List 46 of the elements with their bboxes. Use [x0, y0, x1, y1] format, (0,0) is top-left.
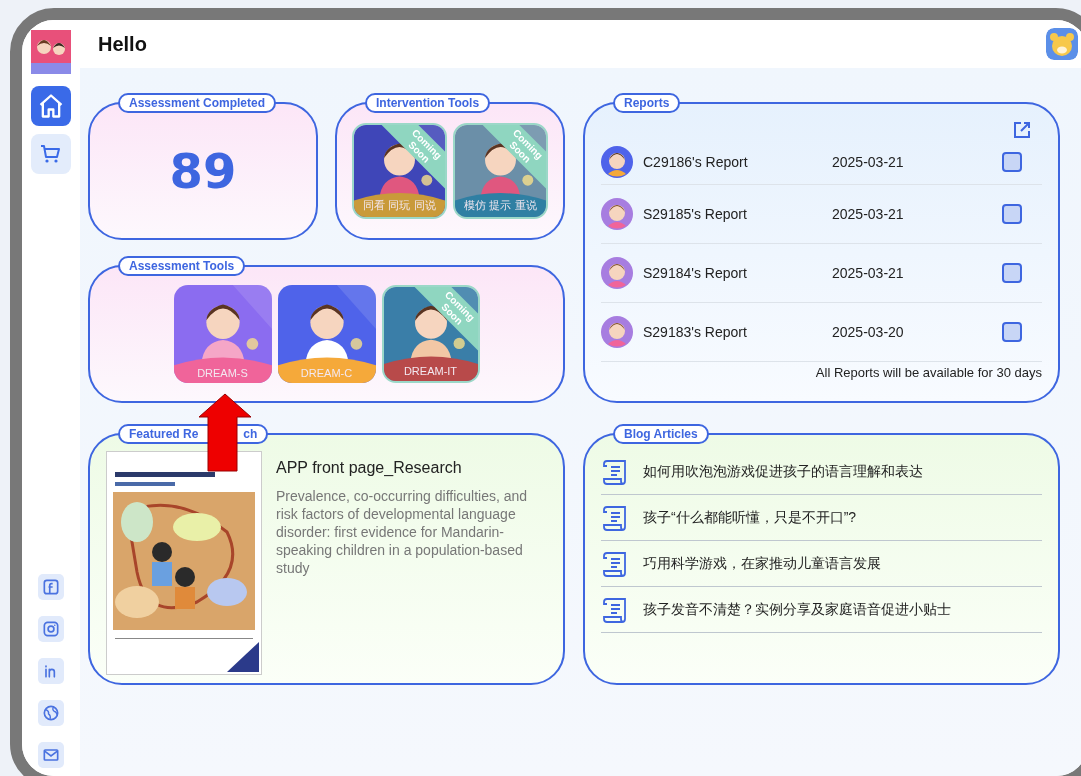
avatar-icon — [601, 316, 633, 348]
instagram-icon[interactable] — [38, 616, 64, 642]
tile-caption: DREAM-S — [196, 367, 249, 379]
tile-caption: DREAM-C — [299, 367, 354, 379]
report-date: 2025-03-20 — [832, 324, 905, 340]
tile-caption: DREAM-IT — [402, 365, 459, 377]
article-link[interactable]: 孩子“什么都能听懂，只是不开口”? — [643, 508, 857, 527]
report-checkbox[interactable] — [1002, 263, 1022, 283]
report-date: 2025-03-21 — [832, 154, 905, 170]
report-name[interactable]: S29184's Report — [643, 265, 822, 281]
card-label: Blog Articles — [613, 424, 709, 444]
completed-count: 89 — [169, 143, 237, 199]
report-name[interactable]: C29186's Report — [643, 154, 822, 170]
facebook-icon[interactable] — [38, 574, 64, 600]
report-checkbox[interactable] — [1002, 152, 1022, 172]
report-date: 2025-03-21 — [832, 206, 905, 222]
globe-icon[interactable] — [38, 700, 64, 726]
external-link-icon[interactable] — [1012, 120, 1032, 140]
card-label: Intervention Tools — [365, 93, 491, 113]
cart-nav-button[interactable] — [31, 134, 71, 174]
avatar-icon — [601, 146, 633, 178]
avatar-icon — [601, 198, 633, 230]
avatar-icon — [601, 257, 633, 289]
card-label: Assessment Completed — [118, 93, 277, 113]
article-link[interactable]: 巧用科学游戏，在家推动儿童语言发展 — [643, 554, 881, 573]
app-logo — [31, 30, 71, 74]
article-title[interactable]: APP front page_Research — [276, 459, 547, 477]
article-link[interactable]: 孩子发音不清楚？实例分享及家庭语音促进小贴士 — [643, 600, 951, 619]
article-summary: Prevalence, co-occurring difficulties, and risk factors of developmental language disorder: first evidence for Mandarin-speaking children in a population-based study — [276, 487, 529, 577]
linkedin-icon[interactable] — [38, 658, 64, 684]
home-icon — [37, 92, 65, 120]
article-link[interactable]: 如何用吹泡泡游戏促进孩子的语言理解和表达 — [643, 462, 923, 481]
card-label: Assessment Tools — [118, 256, 246, 276]
report-date: 2025-03-21 — [832, 265, 905, 281]
reports-note: All Reports will be available for 30 days — [815, 365, 1042, 380]
tile-caption: 模仿 提示 重说 — [463, 198, 538, 213]
page-title: Hello — [98, 32, 147, 56]
report-name[interactable]: S29183's Report — [643, 324, 822, 340]
tile-caption: 同看 同玩 同说 — [362, 198, 437, 213]
profile-avatar-icon[interactable] — [1046, 28, 1078, 60]
report-checkbox[interactable] — [1002, 322, 1022, 342]
report-checkbox[interactable] — [1002, 204, 1022, 224]
report-name[interactable]: S29185's Report — [643, 206, 822, 222]
mail-icon[interactable] — [38, 742, 64, 768]
card-label: Reports — [613, 93, 681, 113]
home-nav-button[interactable] — [31, 86, 71, 126]
